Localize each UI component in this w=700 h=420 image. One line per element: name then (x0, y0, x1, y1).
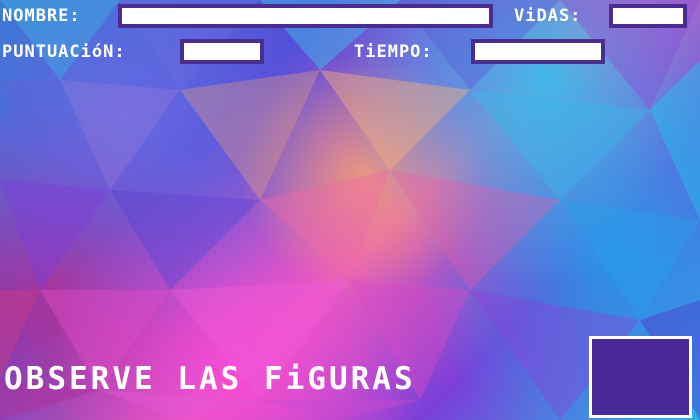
time-input[interactable] (471, 39, 605, 64)
lives-label: ViDAS: (514, 6, 582, 26)
score-input[interactable] (180, 39, 264, 64)
score-label: PUNTUACióN: (2, 42, 126, 62)
game-screen: NOMBRE: ViDAS: PUNTUACióN: TiEMPO: OBSER… (0, 0, 700, 420)
time-label: TiEMPO: (354, 42, 433, 62)
name-input[interactable] (118, 4, 493, 28)
instruction-text: OBSERVE LAS FiGURAS (4, 361, 416, 397)
figure-display-box[interactable] (589, 336, 692, 418)
name-label: NOMBRE: (2, 6, 81, 26)
lives-input[interactable] (609, 4, 687, 28)
